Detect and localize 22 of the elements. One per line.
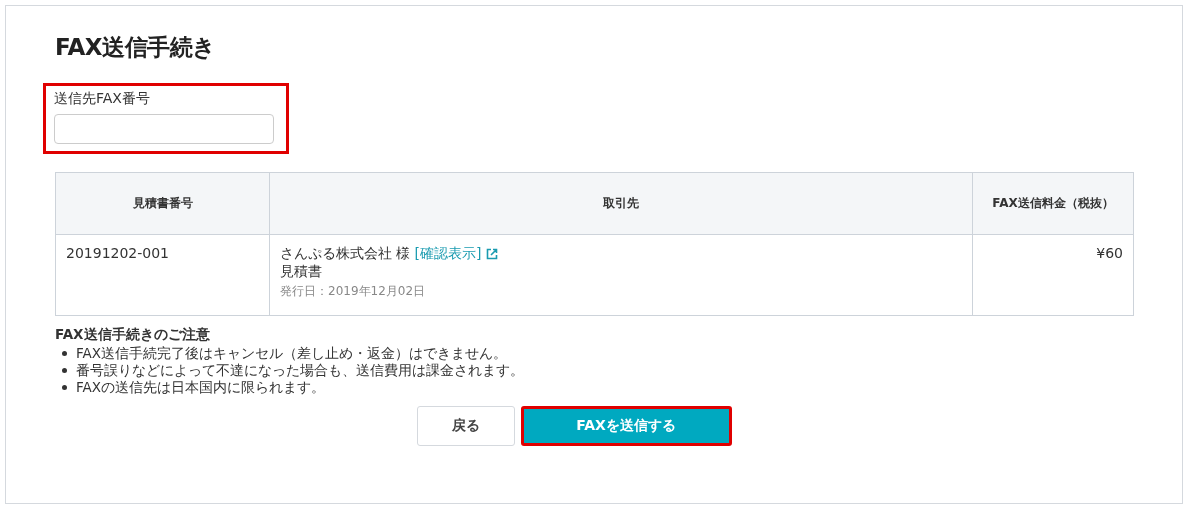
back-button[interactable]: 戻る xyxy=(416,406,515,446)
column-header: FAX送信料金（税抜） xyxy=(972,172,1134,235)
column-header: 取引先 xyxy=(269,172,973,235)
send-button[interactable]: FAXを送信する xyxy=(520,406,732,446)
notes-title: FAX送信手続きのご注意 xyxy=(55,326,211,344)
bullet-icon xyxy=(62,385,67,390)
page-title: FAX送信手続き xyxy=(55,33,217,62)
field-label: 送信先FAX番号 xyxy=(54,90,151,108)
input-field[interactable] xyxy=(54,114,274,144)
bullet-icon xyxy=(62,351,67,356)
note-text: FAX送信手続完了後はキャンセル（差し止め・返金）はできません。 xyxy=(76,345,507,362)
note-text: FAXの送信先は日本国内に限られます。 xyxy=(76,379,325,396)
column-header: 見積書番号 xyxy=(55,172,270,235)
table-cell: 20191202-001 xyxy=(55,234,270,316)
confirm-link[interactable]: [確認表示] xyxy=(414,245,482,263)
document-type: 見積書 xyxy=(280,263,323,281)
table-cell: ¥60 xyxy=(972,234,1134,316)
note-text: 番号誤りなどによって不達になった場合も、送信費用は課金されます。 xyxy=(76,362,524,379)
external-link-icon xyxy=(486,248,499,260)
client-name: さんぷる株式会社 様 xyxy=(280,245,411,263)
bullet-icon xyxy=(62,368,67,373)
issue-date: 発行日：2019年12月02日 xyxy=(280,283,427,300)
